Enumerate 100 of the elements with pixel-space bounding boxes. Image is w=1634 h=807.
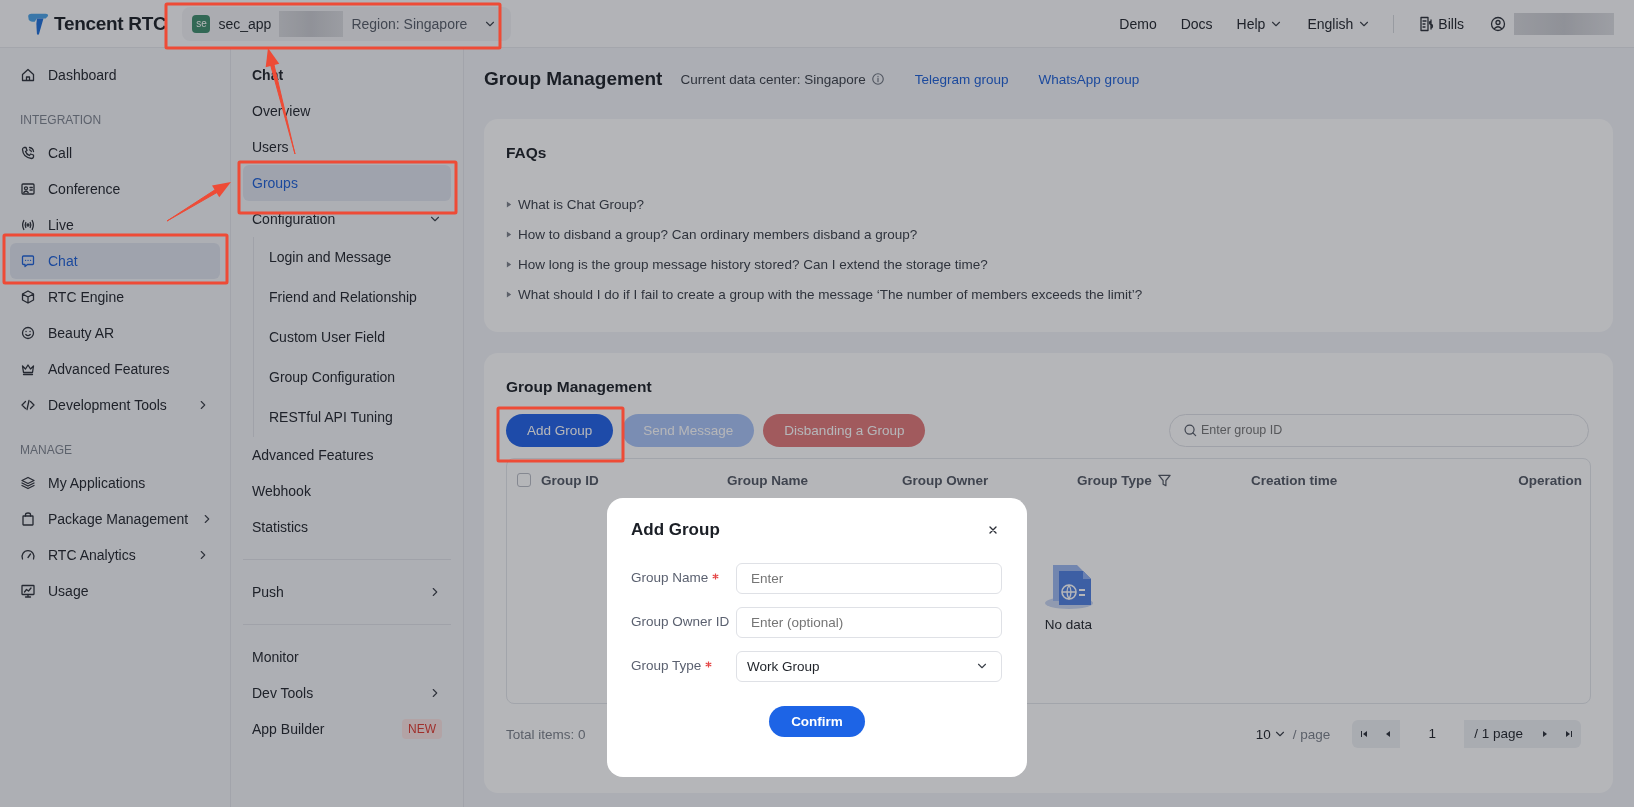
sidebar-item[interactable]: Package Management xyxy=(10,501,220,537)
logo-icon xyxy=(26,11,50,36)
sidebar-item[interactable]: Statistics xyxy=(243,509,451,545)
info-icon xyxy=(870,72,885,86)
nav-link[interactable]: Docs xyxy=(1180,15,1213,32)
sidebar-item[interactable]: RESTful API Tuning xyxy=(254,397,463,437)
triangle-icon xyxy=(506,229,512,239)
app-name: sec_app xyxy=(218,15,272,32)
chart-monitor-icon xyxy=(20,583,36,599)
sidebar-item[interactable]: Users xyxy=(243,129,451,165)
page-size-label: / page xyxy=(1292,726,1331,742)
layers-icon xyxy=(20,475,36,491)
section-label: INTEGRATION xyxy=(19,112,103,129)
faq-link[interactable]: How to disband a group? Can ordinary members disband a group? xyxy=(518,226,918,242)
empty-state-text: No data xyxy=(1044,617,1093,632)
faq-link[interactable]: How long is the group message history stored? Can I extend the storage time? xyxy=(518,256,988,272)
cube-icon xyxy=(20,289,36,305)
triangle-left-icon xyxy=(1384,730,1393,738)
page-size-select[interactable]: 10 xyxy=(1255,726,1287,742)
sidebar-item[interactable]: Usage xyxy=(10,573,220,609)
page-total: / 1 page xyxy=(1473,725,1524,743)
smiley-icon xyxy=(20,325,36,341)
bill-icon xyxy=(1418,15,1435,32)
confirm-button[interactable]: Confirm xyxy=(769,706,865,737)
dialog-title: Add Group xyxy=(631,520,720,540)
field-label: Group Type xyxy=(631,657,702,675)
shopping-bag-icon xyxy=(20,511,36,527)
sidebar-item[interactable]: Webhook xyxy=(243,473,451,509)
search-icon xyxy=(1183,422,1198,438)
code-icon xyxy=(20,397,36,413)
sidebar-item[interactable]: Configuration xyxy=(243,201,451,237)
section-label: MANAGE xyxy=(19,442,73,459)
column-header: Operation xyxy=(1518,472,1582,488)
logo-text: Tencent RTC xyxy=(54,12,167,35)
sidebar-item[interactable]: Advanced Features xyxy=(10,351,220,387)
sidebar-item[interactable]: Call xyxy=(10,135,220,171)
sidebar-item[interactable]: Monitor xyxy=(243,639,451,675)
sidebar-item[interactable]: App Builder NEW xyxy=(243,711,451,747)
faq-link[interactable]: What is Chat Group? xyxy=(518,196,645,212)
search-field[interactable]: Enter group ID xyxy=(1169,413,1589,447)
sidebar-item[interactable]: Dashboard xyxy=(10,57,220,93)
faq-link[interactable]: What should I do if I fail to create a group with the message ‘The number of members exceeds the limit’? xyxy=(518,286,1143,302)
user-icon xyxy=(1490,15,1506,32)
column-header: Group ID xyxy=(541,472,599,488)
sidebar-item[interactable]: My Applications xyxy=(10,465,220,501)
input-field[interactable]: Enter xyxy=(736,562,1002,594)
triangle-icon xyxy=(506,199,512,209)
nav-link[interactable]: English xyxy=(1307,15,1372,32)
column-header: Group Type xyxy=(1077,472,1152,488)
new-badge: NEW xyxy=(402,719,442,739)
data-center-label: Current data center: Singapore xyxy=(680,71,866,87)
sidebar-item[interactable]: Dev Tools xyxy=(243,675,451,711)
skip-back-icon xyxy=(1360,730,1369,738)
page-input[interactable]: 1 xyxy=(1400,720,1465,748)
sidebar-item[interactable]: Login and Message xyxy=(254,237,463,277)
skip-forward-icon xyxy=(1565,730,1573,738)
sidebar-item[interactable]: Custom User Field xyxy=(254,317,463,357)
dropdown[interactable]: Work Group xyxy=(736,650,1002,682)
contact-card-icon xyxy=(20,181,36,197)
card-title: Group Management xyxy=(506,377,653,397)
sidebar-item[interactable]: Beauty AR xyxy=(10,315,220,351)
sidebar-item[interactable]: RTC Analytics xyxy=(10,537,220,573)
field-label: Group Name xyxy=(631,569,709,587)
bills-link[interactable]: Bills xyxy=(1418,15,1464,32)
link[interactable]: WhatsApp group xyxy=(1038,71,1140,87)
sidebar-item[interactable]: Group Configuration xyxy=(254,357,463,397)
nav-link[interactable]: Demo xyxy=(1119,15,1157,32)
chat-bubble-icon xyxy=(20,253,36,269)
sidebar-item[interactable]: Live xyxy=(10,207,220,243)
triangle-icon xyxy=(506,259,512,269)
nav-link[interactable]: Help xyxy=(1236,15,1284,32)
gauge-icon xyxy=(20,547,36,563)
app-badge: se xyxy=(192,14,211,33)
column-header: Creation time xyxy=(1251,472,1338,488)
input-field[interactable]: Enter (optional) xyxy=(736,606,1002,638)
total-count: Total items: 0 xyxy=(506,726,586,742)
sidebar-item[interactable]: Friend and Relationship xyxy=(254,277,463,317)
column-header: Group Owner xyxy=(902,472,989,488)
close-icon xyxy=(987,524,999,536)
field-label: Group Owner ID xyxy=(631,613,730,631)
triangle-icon xyxy=(506,289,512,299)
column-header: Group Name xyxy=(727,472,808,488)
page-title: Group Management xyxy=(484,68,663,90)
sidebar-item[interactable]: RTC Engine xyxy=(10,279,220,315)
triangle-right-icon xyxy=(1541,730,1549,738)
home-icon xyxy=(20,67,36,83)
blurred-area xyxy=(279,10,344,37)
sidebar-item[interactable]: Advanced Features xyxy=(243,437,451,473)
checkbox[interactable] xyxy=(517,473,531,487)
broadcast-icon xyxy=(20,217,36,233)
sidebar-item[interactable]: Push xyxy=(243,574,451,610)
action-button[interactable]: Add Group xyxy=(506,413,614,447)
card-title: FAQs xyxy=(506,143,548,163)
link[interactable]: Telegram group xyxy=(914,71,1009,87)
annotation-arrow xyxy=(166,182,231,222)
phone-icon xyxy=(20,145,36,161)
app-selector[interactable]: se sec_app Region: Singapore xyxy=(182,6,512,41)
sidebar-item[interactable]: Conference xyxy=(10,171,220,207)
region-label: Region: Singapore xyxy=(351,15,468,32)
sidebar-item[interactable]: Development Tools xyxy=(10,387,220,423)
